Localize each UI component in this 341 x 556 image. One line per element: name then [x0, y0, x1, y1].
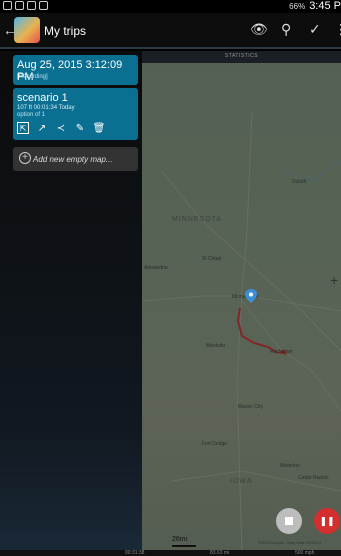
map-city-label: Mason City: [238, 404, 264, 410]
map-marker-icon[interactable]: [245, 289, 257, 303]
pause-icon: ❚❚: [319, 515, 335, 526]
map-state-label: IOWA: [230, 478, 253, 485]
navigate-icon[interactable]: ✓: [309, 21, 321, 38]
page-title: My trips: [44, 24, 86, 38]
trip-meta: 107 ft 00:01:34 Today: [17, 105, 75, 111]
trip-option: option of 1: [17, 112, 46, 118]
map-view[interactable]: MINNESOTA IOWA Duluth Alexandria St Clou…: [142, 51, 341, 556]
map-city-label: St Cloud: [202, 256, 222, 262]
trip-status: [Recording]: [17, 74, 48, 80]
export-icon[interactable]: ⇱: [17, 122, 29, 134]
stop-icon: [285, 517, 293, 525]
statistics-tab[interactable]: STATISTICS: [142, 51, 341, 63]
open-external-icon[interactable]: ↗: [36, 122, 48, 134]
location-pin-icon[interactable]: ⚲: [281, 21, 291, 38]
speed-value: 500 mph: [295, 550, 315, 556]
overflow-icon[interactable]: ⋮: [334, 21, 341, 38]
map-city-label: Fort Dodge: [202, 441, 228, 447]
share-icon[interactable]: ≺: [55, 122, 67, 134]
trip-card-recording[interactable]: Aug 25, 2015 3:12:09 PM [Recording]: [13, 55, 138, 85]
notification-icons: [3, 1, 48, 10]
status-bar: 66% 3:45 P: [0, 0, 341, 13]
map-state-label: MINNESOTA: [172, 216, 223, 223]
notification-icon: [3, 1, 12, 10]
map-city-label: Waterloo: [280, 463, 300, 469]
map-city-label: Rochester: [270, 349, 293, 355]
app-logo-icon[interactable]: [14, 17, 40, 43]
stop-recording-button[interactable]: [276, 508, 302, 534]
map-city-label: Mankato: [206, 343, 226, 349]
wifi-icon: [39, 1, 48, 10]
map-city-label: Cedar Rapids: [298, 475, 329, 481]
trip-card-scenario[interactable]: scenario 1 107 ft 00:01:34 Today option …: [13, 88, 138, 140]
bottom-stats-bar: 00:31:38 83.63 mi 500 mph: [0, 550, 341, 556]
edit-icon[interactable]: ✎: [74, 122, 86, 134]
map-city-label: Duluth: [292, 179, 307, 185]
eye-icon[interactable]: 👁: [250, 21, 268, 38]
location-icon: [15, 1, 24, 10]
map-scale: 26mi: [172, 536, 196, 547]
duration-value: 00:31:38: [125, 550, 145, 556]
status-clock: 3:45 P: [309, 0, 341, 12]
pause-recording-button[interactable]: ❚❚: [314, 508, 340, 534]
zoom-in-icon[interactable]: +: [330, 272, 338, 288]
trip-list: Aug 25, 2015 3:12:09 PM [Recording] scen…: [0, 51, 142, 556]
battery-level: 66%: [289, 1, 306, 11]
image-icon: [27, 1, 36, 10]
delete-icon[interactable]: 🗑: [93, 122, 106, 134]
add-empty-map-button[interactable]: + Add new empty map...: [13, 147, 138, 171]
add-map-label: Add new empty map...: [33, 154, 113, 164]
trip-title: scenario 1: [17, 92, 68, 104]
map-copyright: ©2015 Google - Map data ©2015 G: [258, 540, 322, 545]
distance-value: 83.63 mi: [210, 550, 230, 556]
action-bar: ← My trips 👁 ⚲ ✓ ⋮: [0, 13, 341, 49]
map-city-label: Alexandria: [144, 265, 168, 271]
add-icon: +: [19, 152, 31, 164]
